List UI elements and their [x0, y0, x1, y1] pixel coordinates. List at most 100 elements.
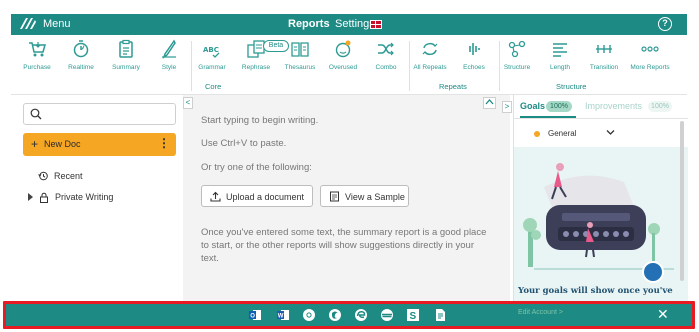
goals-message: Your goals will show once you've: [518, 286, 673, 296]
upload-document-button[interactable]: Upload a document: [201, 185, 313, 207]
tool-structure[interactable]: Structure: [501, 39, 533, 75]
tool-label: Summary: [112, 64, 140, 71]
view-sample-button[interactable]: View a Sample: [320, 185, 409, 207]
tool-transition[interactable]: Transition: [587, 39, 621, 75]
tool-label: Rephrase: [241, 64, 271, 71]
tab-goals[interactable]: Goals: [520, 101, 545, 111]
upload-document-label: Upload a document: [226, 192, 305, 202]
more-options-icon[interactable]: ⋮: [158, 136, 170, 150]
tool-purchase[interactable]: Purchase: [21, 39, 53, 75]
tool-label: Echoes: [463, 64, 485, 71]
collapse-panel-button[interactable]: >: [502, 101, 512, 113]
tool-label: Combo: [375, 64, 397, 71]
history-icon: [38, 171, 48, 181]
chevron-down-icon: [606, 130, 615, 135]
document-icon: [330, 191, 339, 202]
app-window: Menu Reports Settings ? Purchase Realtim…: [0, 0, 699, 332]
tool-label: Purchase: [23, 64, 51, 71]
tool-overused[interactable]: Overused: [326, 39, 360, 75]
tab-divider: [514, 118, 688, 119]
new-doc-label: New Doc: [44, 139, 81, 149]
documents-sidebar: + New Doc ⋮ Recent Private Writing: [11, 95, 183, 302]
expand-caret-icon[interactable]: [28, 193, 33, 201]
tool-label: Realtime: [68, 64, 94, 71]
transition-icon: [596, 45, 612, 53]
structure-icon: [508, 40, 526, 58]
tool-label: Structure: [503, 64, 531, 71]
menu-button[interactable]: Menu: [43, 18, 71, 30]
tool-label: Grammar: [198, 64, 226, 71]
collapse-sidebar-button[interactable]: <: [183, 97, 193, 109]
nav-reports-tab[interactable]: Reports: [288, 18, 330, 30]
shuffle-icon: [378, 42, 394, 56]
tool-summary[interactable]: Summary: [109, 39, 143, 75]
new-doc-button[interactable]: + New Doc ⋮: [23, 133, 176, 156]
upload-icon: [210, 191, 221, 202]
group-label-core: Core: [205, 82, 222, 91]
tool-label: Transition: [589, 64, 619, 71]
nav-settings-tab[interactable]: Settings: [335, 18, 375, 30]
goals-panel: > Goals 100% Improvements 100% General Y…: [502, 95, 688, 302]
quill-icon: [162, 39, 176, 59]
cart-icon: [29, 42, 46, 57]
help-icon[interactable]: ?: [658, 17, 672, 31]
tool-grammar[interactable]: ABC Grammar: [197, 39, 227, 75]
tool-length[interactable]: Length: [545, 39, 575, 75]
collapse-toolbar-button[interactable]: [483, 97, 496, 109]
abc-check-icon: ABC: [203, 46, 220, 58]
summary-hint-text: Once you've entered some text, the summa…: [201, 227, 487, 264]
tool-style[interactable]: Style: [157, 39, 181, 75]
footer-highlight-outline: [3, 301, 695, 329]
tool-label: Length: [550, 64, 570, 71]
goals-percent-badge: 100%: [546, 101, 572, 112]
book-icon: [291, 42, 309, 57]
lock-icon: [40, 192, 48, 203]
tool-all-repeats[interactable]: All Repeats: [411, 39, 449, 75]
top-header-bar: Menu Reports Settings ?: [11, 14, 687, 35]
group-label-structure: Structure: [556, 82, 587, 91]
tool-label: Style: [161, 64, 177, 71]
goal-type-value: General: [548, 129, 577, 138]
chevron-up-icon: [485, 99, 494, 105]
tool-thesaurus[interactable]: Thesaurus: [283, 39, 317, 75]
more-icon: [641, 46, 659, 52]
sidebar-item-label: Recent: [54, 171, 83, 181]
tool-label: Thesaurus: [284, 64, 316, 71]
search-icon: [30, 108, 42, 120]
tool-label: All Repeats: [413, 64, 447, 71]
toolbar-divider: [409, 41, 410, 91]
improvements-percent-badge: 100%: [648, 101, 672, 112]
placeholder-line-3: Or try one of the following:: [201, 162, 312, 173]
goal-type-select[interactable]: General: [530, 126, 618, 142]
prowritingaid-logo-icon[interactable]: [19, 17, 37, 31]
tool-combo[interactable]: Combo: [371, 39, 401, 75]
search-input[interactable]: [23, 103, 176, 125]
tool-label: More Reports: [630, 64, 670, 71]
tool-more-reports[interactable]: More Reports: [629, 39, 671, 75]
tool-echoes[interactable]: Echoes: [459, 39, 489, 75]
toolbar-divider: [499, 41, 500, 91]
svg-text:ABC: ABC: [203, 46, 219, 54]
sidebar-item-private-writing[interactable]: Private Writing: [28, 192, 168, 204]
placeholder-line-2: Use Ctrl+V to paste.: [201, 138, 287, 149]
view-sample-label: View a Sample: [345, 192, 405, 202]
tool-label: Overused: [328, 64, 358, 71]
plus-icon: +: [31, 137, 39, 151]
reports-toolbar: Purchase Realtime Summary Style ABC Gram…: [11, 35, 687, 95]
echo-icon: [469, 43, 480, 55]
panel-scrollbar[interactable]: [680, 121, 684, 281]
tab-improvements[interactable]: Improvements: [585, 101, 642, 111]
repeat-icon: [422, 42, 438, 56]
tool-realtime[interactable]: Realtime: [65, 39, 97, 75]
length-icon: [553, 43, 567, 57]
goals-illustration: [514, 147, 688, 302]
clipboard-icon: [119, 39, 133, 58]
overused-icon: [335, 40, 351, 58]
sidebar-item-label: Private Writing: [55, 192, 114, 202]
placeholder-line-1: Start typing to begin writing.: [201, 115, 319, 126]
uk-flag-icon[interactable]: [370, 20, 382, 29]
editor-area[interactable]: < Start typing to begin writing. Use Ctr…: [183, 95, 510, 302]
group-label-repeats: Repeats: [439, 82, 467, 91]
stopwatch-icon: [73, 40, 89, 58]
chat-support-icon[interactable]: [642, 261, 664, 283]
